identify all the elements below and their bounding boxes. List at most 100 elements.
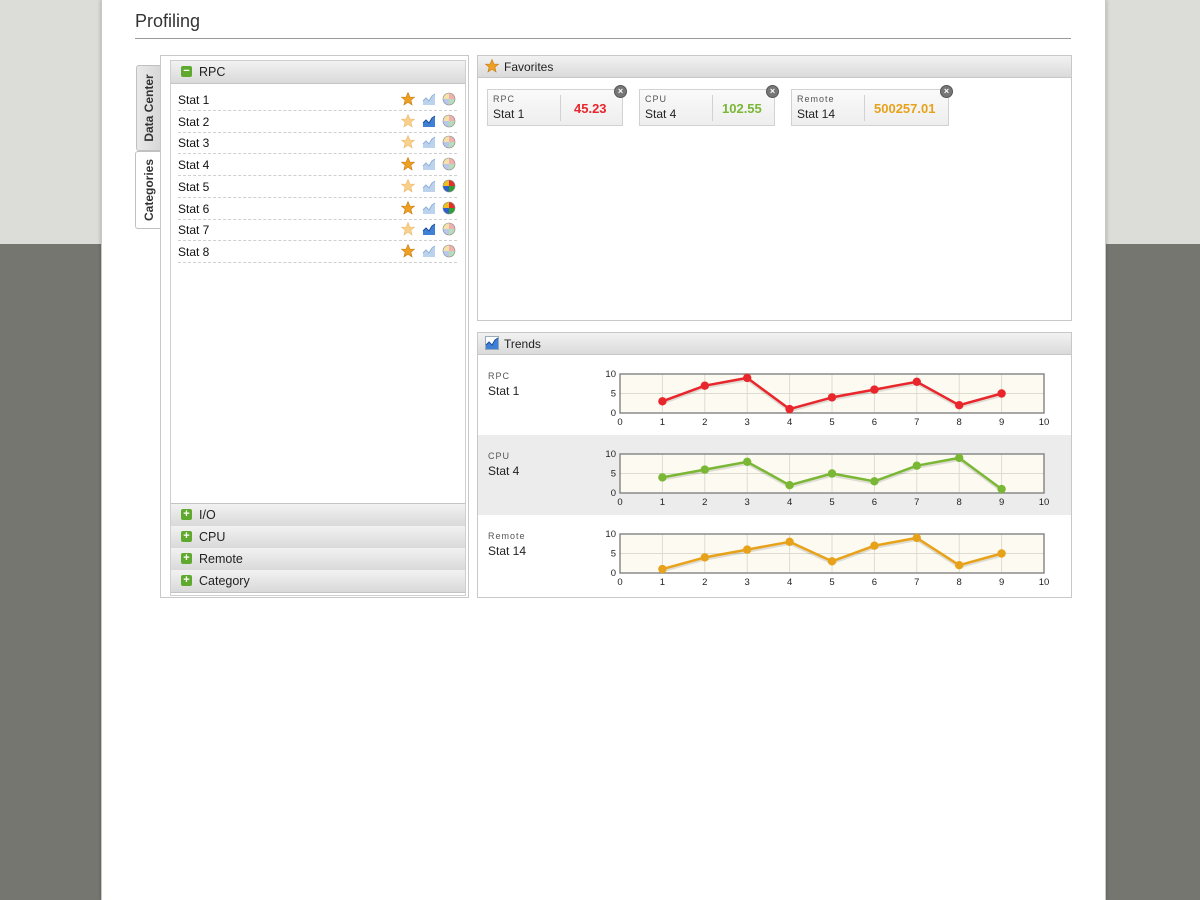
data-point: [658, 397, 667, 406]
y-tick-label: 5: [611, 549, 616, 560]
favorites-panel: Favorites RPC Stat 1 45.23 × CPU Stat 4 …: [477, 55, 1072, 321]
data-point: [658, 473, 667, 482]
x-tick-label: 0: [617, 577, 622, 588]
x-tick-label: 2: [702, 497, 707, 508]
x-tick-label: 5: [829, 577, 834, 588]
trend-icon[interactable]: [422, 244, 436, 258]
data-point: [658, 564, 667, 574]
stat-name: Stat 1: [178, 93, 210, 107]
accordion-header-io[interactable]: + I/O: [171, 503, 465, 527]
favorite-star-icon[interactable]: [401, 222, 415, 236]
pie-chart-icon[interactable]: [442, 244, 456, 258]
data-point: [870, 477, 879, 486]
stat-row[interactable]: Stat 2: [178, 111, 457, 133]
close-icon[interactable]: ×: [766, 85, 779, 98]
favorite-card[interactable]: CPU Stat 4 102.55 ×: [639, 85, 779, 126]
trend-chart: 0 1 2 3 4 5 6 7 8 9 10 0 5 10: [605, 449, 1050, 508]
tab-data-center[interactable]: Data Center: [136, 65, 161, 151]
close-icon[interactable]: ×: [614, 85, 627, 98]
divider: [712, 95, 713, 121]
data-point: [743, 373, 752, 383]
trend-icon[interactable]: [422, 201, 436, 215]
favorite-stat: Stat 14: [797, 107, 836, 121]
data-point: [870, 385, 879, 394]
accordion-label: RPC: [199, 65, 226, 79]
stat-row[interactable]: Stat 3: [178, 132, 457, 155]
trend-icon[interactable]: [422, 135, 436, 149]
data-point: [785, 537, 794, 546]
favorite-card[interactable]: RPC Stat 1 45.23 ×: [487, 85, 627, 126]
x-tick-label: 5: [829, 497, 834, 508]
categories-accordion: − RPC Stat 1 Stat 2 Stat 3 Stat 4 Stat 5 Stat…: [170, 60, 466, 596]
close-icon[interactable]: ×: [940, 85, 953, 98]
stat-name: Stat 8: [178, 244, 210, 259]
favorite-category: CPU: [645, 94, 668, 104]
x-tick-label: 10: [1039, 577, 1050, 588]
data-point: [955, 561, 964, 570]
trend-chart: 0 1 2 3 4 5 6 7 8 9 10 0 5 10: [605, 529, 1050, 588]
trend-icon[interactable]: [422, 157, 436, 171]
x-tick-label: 4: [787, 497, 792, 508]
x-tick-label: 5: [829, 417, 834, 428]
trend-icon[interactable]: [422, 222, 436, 236]
stat-row[interactable]: Stat 6: [178, 198, 457, 220]
tab-categories[interactable]: Categories: [135, 151, 162, 229]
pie-chart-icon[interactable]: [442, 135, 456, 149]
trend-chart: 0 1 2 3 4 5 6 7 8 9 10 0 5 10: [605, 369, 1049, 428]
x-tick-label: 10: [1039, 497, 1050, 508]
star-icon: [485, 59, 499, 73]
pie-chart-icon[interactable]: [442, 222, 456, 236]
stat-name: Stat 4: [178, 158, 210, 173]
expand-icon: +: [181, 575, 192, 586]
pie-chart-icon[interactable]: [442, 201, 456, 215]
data-point: [827, 469, 837, 478]
accordion-header-rpc[interactable]: − RPC: [171, 61, 465, 84]
x-tick-label: 7: [914, 417, 919, 428]
accordion-header-category[interactable]: + Category: [171, 570, 465, 593]
data-point: [955, 453, 964, 463]
data-point: [743, 457, 752, 466]
favorites-header: Favorites: [478, 56, 1071, 78]
accordion-label: Remote: [199, 552, 243, 566]
pie-chart-icon[interactable]: [442, 157, 456, 171]
expand-icon: +: [181, 553, 192, 564]
x-tick-label: 8: [957, 417, 962, 428]
stat-row[interactable]: Stat 7: [178, 219, 457, 242]
x-tick-label: 0: [617, 497, 622, 508]
data-point: [912, 377, 921, 386]
trend-icon[interactable]: [422, 179, 436, 193]
pie-chart-icon[interactable]: [442, 179, 456, 193]
pie-chart-icon[interactable]: [442, 92, 456, 106]
trend-icon[interactable]: [422, 114, 436, 128]
favorite-stat: Stat 4: [645, 107, 677, 121]
x-tick-label: 2: [702, 417, 707, 428]
x-tick-label: 3: [745, 417, 750, 428]
data-point: [743, 545, 752, 554]
trend-row: CPU Stat 4 0 1 2 3 4 5 6 7 8 9 10 0 5 10: [478, 435, 1071, 515]
trend-icon[interactable]: [422, 92, 436, 106]
favorite-star-icon[interactable]: [401, 243, 415, 258]
y-tick-label: 10: [605, 369, 616, 380]
data-point: [997, 484, 1006, 494]
favorite-star-icon[interactable]: [401, 178, 415, 193]
accordion-header-remote[interactable]: + Remote: [171, 548, 465, 571]
stat-row[interactable]: Stat 8: [178, 241, 457, 263]
page-title: Profiling: [135, 11, 1071, 39]
x-tick-label: 0: [617, 417, 622, 428]
accordion-header-cpu[interactable]: + CPU: [171, 526, 465, 549]
expand-icon: +: [181, 531, 192, 542]
collapse-icon: −: [181, 66, 192, 77]
stat-row[interactable]: Stat 1: [178, 89, 457, 111]
tab-data-center-label: Data Center: [142, 74, 156, 142]
stat-row[interactable]: Stat 5: [178, 176, 457, 198]
pie-chart-icon[interactable]: [442, 114, 456, 128]
favorite-card[interactable]: Remote Stat 14 500257.01 ×: [791, 85, 953, 126]
favorite-star-icon[interactable]: [401, 135, 415, 150]
favorite-star-icon[interactable]: [401, 157, 415, 171]
favorite-value: 102.55: [722, 101, 762, 116]
accordion-label: CPU: [199, 530, 226, 544]
favorite-star-icon[interactable]: [401, 200, 415, 215]
favorite-star-icon[interactable]: [401, 92, 415, 106]
stat-row[interactable]: Stat 4: [178, 154, 457, 177]
favorite-star-icon[interactable]: [401, 113, 415, 128]
